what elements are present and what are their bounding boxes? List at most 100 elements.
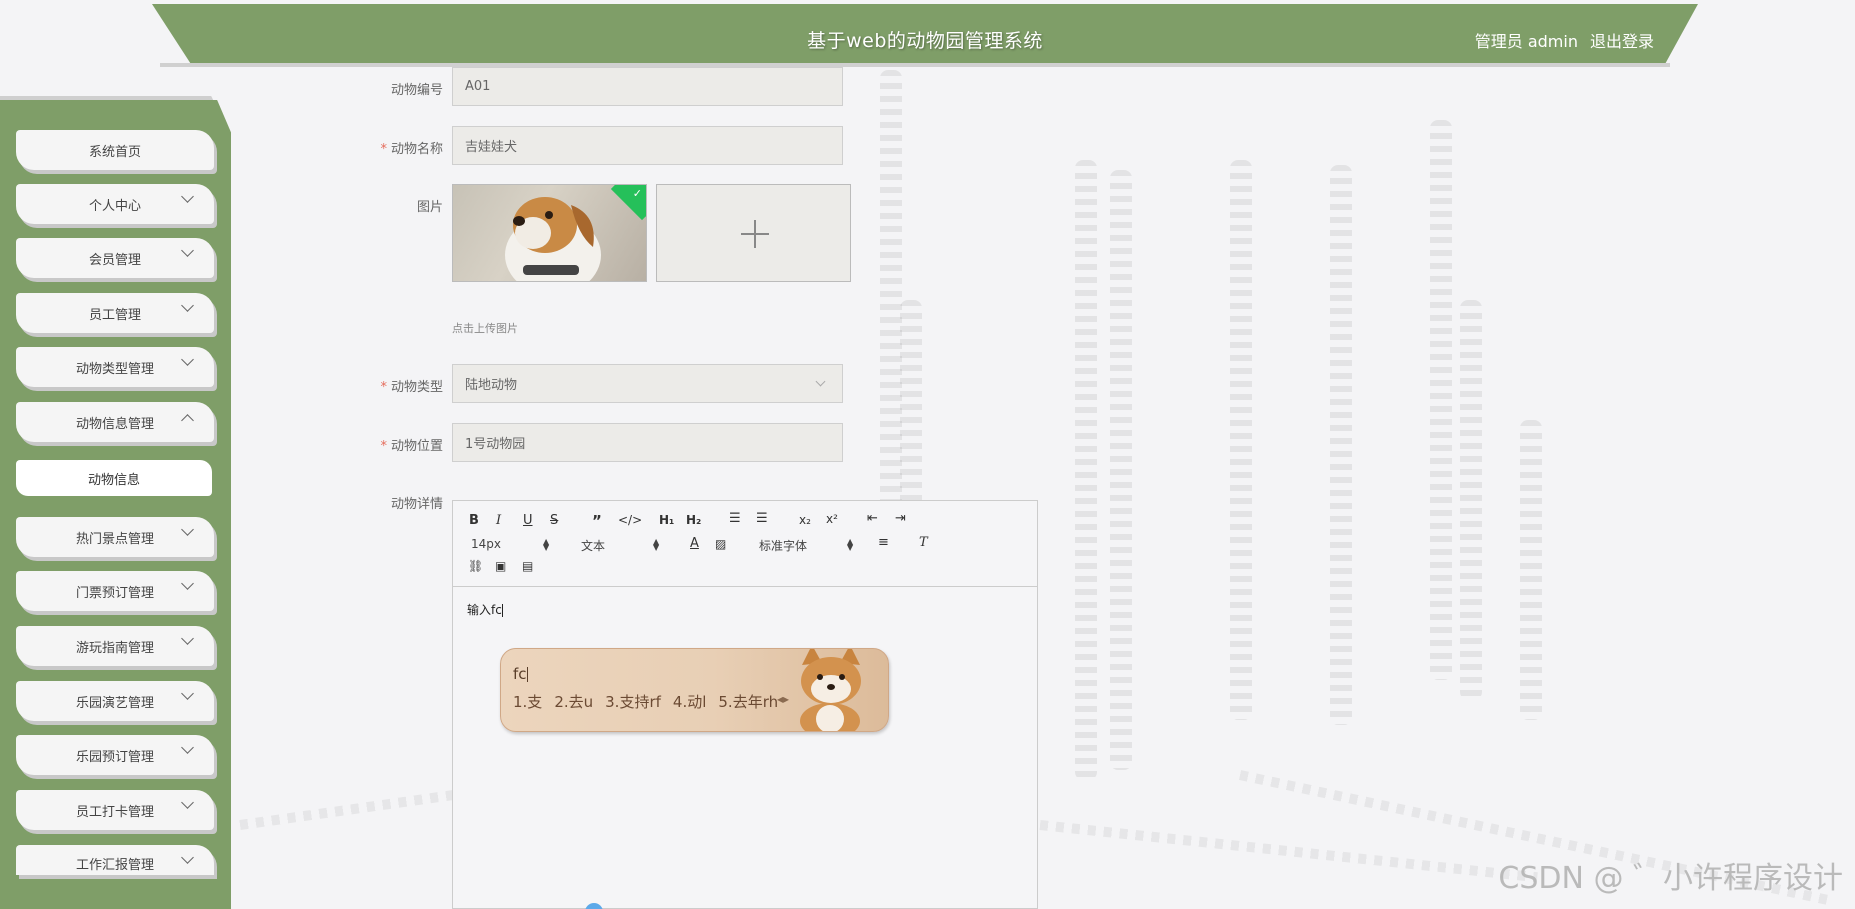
animal-name-field[interactable]: 吉娃娃犬 [452, 126, 843, 165]
menu-item-members[interactable]: 会员管理 [16, 238, 214, 278]
heading1-button[interactable]: H₁ [659, 513, 674, 527]
image-icon[interactable]: ▣ [495, 559, 506, 573]
editor-content[interactable]: 输入fc [467, 601, 503, 618]
editor-toolbar: B I U S ” </> H₁ H₂ ☰ ☰ x₂ x² ⇤ ⇥ 14px ▲… [453, 501, 1037, 587]
animal-no-field[interactable]: A01 [452, 67, 843, 106]
animal-no-label: 动物编号 [390, 83, 443, 98]
indent-icon[interactable]: ⇥ [895, 511, 906, 526]
outdent-icon[interactable]: ⇤ [867, 511, 878, 526]
image-label: 图片 [416, 200, 443, 215]
updown-icon: ▲ ▼ [847, 537, 854, 552]
font-family-select[interactable]: 标准字体 ▲ ▼ [759, 537, 855, 554]
header-shadow [160, 63, 1670, 67]
italic-button[interactable]: I [496, 513, 501, 528]
menu-item-animal-info[interactable]: 动物信息管理 [16, 402, 214, 442]
ime-candidate[interactable]: 3.支持rf [605, 691, 661, 712]
chevron-up-icon [181, 414, 194, 427]
superscript-button[interactable]: x² [826, 512, 838, 526]
clear-format-icon[interactable]: T [919, 535, 928, 550]
chevron-down-icon [181, 632, 194, 645]
animal-image-thumbnail[interactable]: ✓ [452, 184, 647, 282]
ime-candidate[interactable]: 5.去年rh [718, 691, 778, 712]
menu-item-label: 游玩指南管理 [75, 640, 154, 656]
ime-candidate[interactable]: 4.动l [673, 691, 706, 712]
video-icon[interactable]: ▤ [522, 559, 533, 573]
ime-candidate[interactable]: 2.去u [554, 691, 593, 712]
paragraph-select[interactable]: 文本 ▲ ▼ [581, 537, 661, 554]
shiba-dog-icon [800, 649, 861, 731]
animal-type-select[interactable]: 陆地动物 [452, 364, 843, 403]
top-header: 基于web的动物园管理系统 管理员 admin 退出登录 [152, 4, 1698, 66]
dog-photo [505, 197, 601, 281]
submenu-item-label: 动物信息 [87, 472, 140, 488]
updown-icon: ▲ ▼ [543, 537, 550, 552]
font-size-select[interactable]: 14px ▲ ▼ [471, 537, 551, 552]
menu-item-label: 员工管理 [88, 307, 141, 323]
chevron-down-icon [181, 577, 194, 590]
animal-name-label: * 动物名称 [380, 142, 443, 157]
watermark: CSDN @ ゛小许程序设计 [1498, 861, 1843, 896]
menu-item-profile[interactable]: 个人中心 [16, 184, 214, 224]
upload-image-button[interactable] [656, 184, 851, 282]
chevron-down-icon [181, 687, 194, 700]
bullet-list-icon[interactable]: ☰ [756, 511, 768, 526]
menu-item-clock-in[interactable]: 员工打卡管理 [16, 790, 214, 830]
menu-item-label: 热门景点管理 [75, 531, 154, 547]
menu-item-work-reports[interactable]: 工作汇报管理 [16, 845, 214, 875]
menu-item-performances[interactable]: 乐园演艺管理 [16, 681, 214, 721]
upload-hint: 点击上传图片 [452, 322, 518, 335]
menu-item-attractions[interactable]: 热门景点管理 [16, 517, 214, 557]
heading2-button[interactable]: H₂ [686, 513, 701, 527]
ordered-list-icon[interactable]: ☰ [729, 511, 741, 526]
ime-candidate[interactable]: 1.支 [513, 691, 542, 712]
ime-composition: fc [513, 665, 528, 683]
menu-item-label: 系统首页 [88, 144, 141, 160]
menu-item-park-booking[interactable]: 乐园预订管理 [16, 735, 214, 775]
bold-button[interactable]: B [469, 513, 479, 528]
menu-item-label: 乐园演艺管理 [75, 695, 154, 711]
align-left-icon[interactable]: ≡ [878, 535, 889, 550]
menu-item-animal-types[interactable]: 动物类型管理 [16, 347, 214, 387]
animal-detail-label: 动物详情 [390, 497, 443, 512]
code-icon[interactable]: </> [618, 513, 642, 527]
chevron-down-icon [181, 741, 194, 754]
ime-candidates: 1.支 2.去u 3.支持rf 4.动l 5.去年rh [513, 691, 778, 712]
menu-item-staff[interactable]: 员工管理 [16, 293, 214, 333]
menu-item-label: 个人中心 [88, 198, 141, 214]
chevron-down-icon [181, 299, 194, 312]
submenu-item-animal-info[interactable]: 动物信息 [16, 460, 212, 496]
background-color-icon[interactable]: ▨ [715, 537, 726, 551]
chevron-down-icon [181, 523, 194, 536]
quote-icon[interactable]: ” [592, 512, 602, 530]
menu-item-home[interactable]: 系统首页 [16, 130, 214, 170]
admin-user-label[interactable]: 管理员 admin [1475, 28, 1578, 52]
ime-candidate-window: fc 1.支 2.去u 3.支持rf 4.动l 5.去年rh ◂▸ [500, 648, 889, 732]
menu-item-label: 工作汇报管理 [75, 858, 154, 873]
chevron-down-icon [181, 796, 194, 809]
strike-button[interactable]: S [550, 513, 558, 528]
updown-icon: ▲ ▼ [653, 537, 660, 552]
check-icon: ✓ [632, 187, 642, 200]
font-color-button[interactable]: A [690, 536, 699, 551]
underline-button[interactable]: U [523, 513, 533, 528]
subscript-button[interactable]: x₂ [799, 513, 811, 527]
animal-location-field[interactable]: 1号动物园 [452, 423, 843, 462]
user-area: 管理员 admin 退出登录 [1475, 28, 1654, 52]
menu-item-tickets[interactable]: 门票预订管理 [16, 571, 214, 611]
menu-item-guides[interactable]: 游玩指南管理 [16, 626, 214, 666]
text-caret [501, 604, 503, 617]
chevron-down-icon [181, 244, 194, 257]
menu-item-label: 乐园预订管理 [75, 749, 154, 765]
link-icon[interactable]: ⛓ [468, 559, 483, 573]
animal-location-label: * 动物位置 [380, 439, 443, 454]
animal-type-label: * 动物类型 [380, 380, 443, 395]
menu-item-label: 会员管理 [88, 252, 141, 268]
menu-item-label: 动物信息管理 [75, 416, 154, 432]
logout-link[interactable]: 退出登录 [1590, 28, 1654, 52]
chevron-down-icon [181, 353, 194, 366]
menu-item-label: 员工打卡管理 [75, 804, 154, 820]
menu-item-label: 门票预订管理 [75, 585, 154, 601]
chevron-down-icon [181, 190, 194, 203]
app-title: 基于web的动物园管理系统 [807, 30, 1043, 52]
chevron-down-icon [815, 376, 826, 387]
